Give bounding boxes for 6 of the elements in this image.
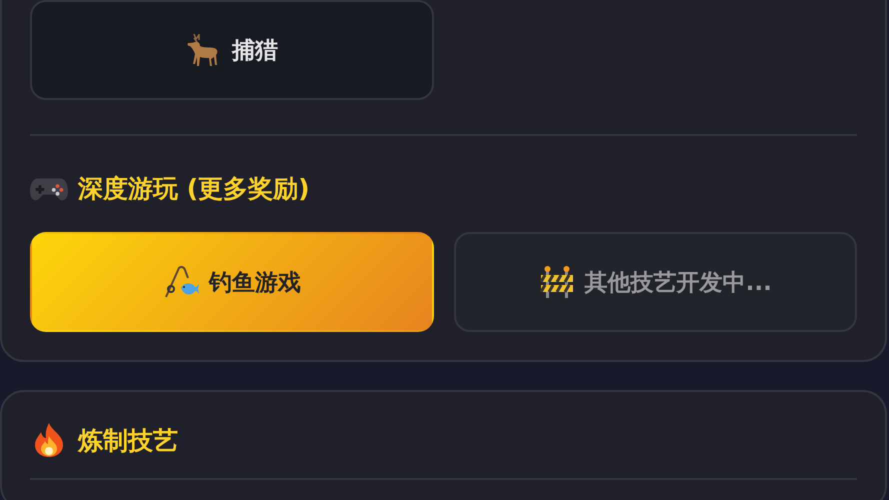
section-title: 深度游玩 (更多奖励): [78, 172, 310, 204]
section-title: 炼制技艺: [78, 424, 178, 456]
game-button[interactable]: 捕猎: [30, 0, 434, 100]
game-button[interactable]: 钓鱼游戏: [30, 232, 434, 332]
fishing-icon: [162, 264, 199, 300]
barrier-icon: [538, 264, 575, 300]
